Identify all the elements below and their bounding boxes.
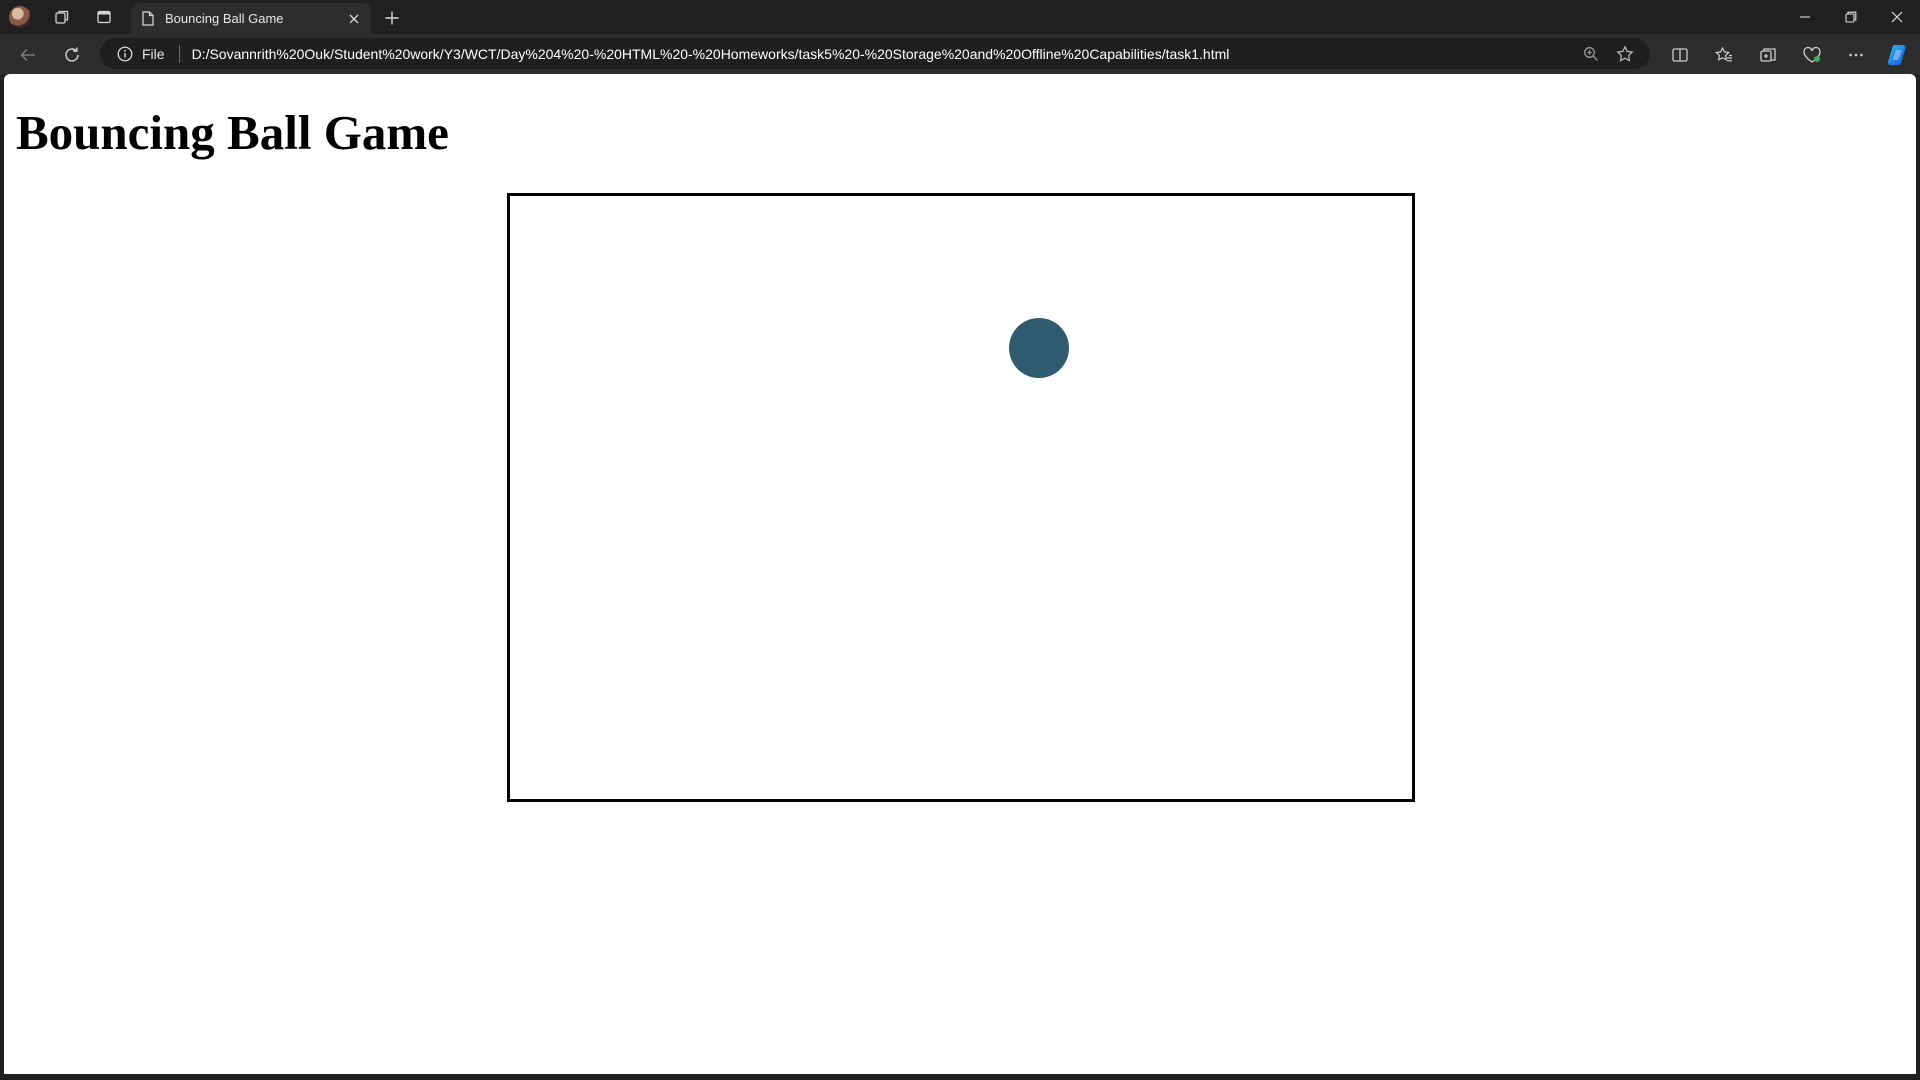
copilot-icon[interactable] <box>1882 39 1914 71</box>
tab-actions-icon[interactable] <box>87 4 121 30</box>
close-window-icon[interactable] <box>1874 0 1920 34</box>
info-icon[interactable] <box>116 45 134 63</box>
tab-active[interactable]: Bouncing Ball Game <box>131 3 371 34</box>
zoom-icon[interactable] <box>1574 40 1608 68</box>
favorite-star-icon[interactable] <box>1608 40 1642 68</box>
game-canvas[interactable] <box>507 193 1415 802</box>
favorites-icon[interactable] <box>1708 39 1740 71</box>
page-icon <box>141 11 155 27</box>
tab-strip: Bouncing Ball Game <box>0 0 1920 34</box>
navigation-toolbar: File D:/Sovannrith%20Ouk/Student%20work/… <box>0 34 1920 74</box>
page-viewport: Bouncing Ball Game <box>4 74 1916 1074</box>
url-scheme-label: File <box>142 45 165 62</box>
browser-essentials-icon[interactable] <box>1796 39 1828 71</box>
bouncing-ball <box>1009 318 1069 378</box>
collections-icon[interactable] <box>1752 39 1784 71</box>
address-bar[interactable]: File D:/Sovannrith%20Ouk/Student%20work/… <box>100 38 1650 69</box>
tab-title: Bouncing Ball Game <box>165 11 284 26</box>
address-separator <box>178 44 180 63</box>
page-title: Bouncing Ball Game <box>16 105 449 160</box>
profile-avatar-icon[interactable] <box>9 6 31 28</box>
workspaces-icon[interactable] <box>45 4 79 30</box>
restore-icon[interactable] <box>1828 0 1874 34</box>
plus-icon[interactable] <box>378 5 406 31</box>
refresh-icon[interactable] <box>56 39 88 71</box>
browser-window: Bouncing Ball Game File D:/Sovannrith%20… <box>0 0 1920 1080</box>
back-icon[interactable] <box>12 39 44 71</box>
split-screen-icon[interactable] <box>1664 39 1696 71</box>
url-text[interactable]: D:/Sovannrith%20Ouk/Student%20work/Y3/WC… <box>192 46 1574 62</box>
more-icon[interactable] <box>1840 39 1872 71</box>
minimize-icon[interactable] <box>1782 0 1828 34</box>
close-icon[interactable] <box>343 8 365 30</box>
